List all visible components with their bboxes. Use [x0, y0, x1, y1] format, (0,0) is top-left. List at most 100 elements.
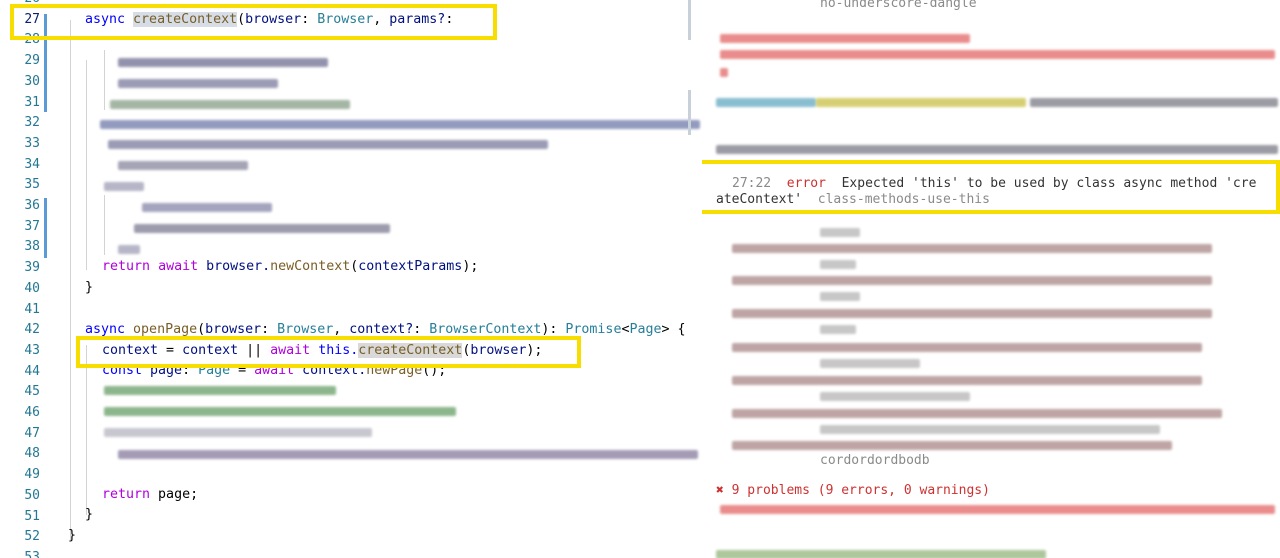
type: BrowserContext [429, 322, 542, 337]
line-number: 44 [24, 363, 40, 379]
indent-guide [104, 195, 105, 255]
blurred-code [118, 58, 328, 67]
line-number-gutter: 2627282930313233343536373839404142434445… [0, 0, 50, 558]
punct: ): [541, 322, 566, 337]
code-line-39: return await browser.newContext(contextP… [102, 259, 478, 274]
scrollbar-marker[interactable] [688, 0, 691, 40]
line-number: 40 [24, 280, 40, 296]
blurred-code [104, 428, 372, 437]
line-number: 35 [24, 177, 40, 193]
indent-guide [86, 60, 87, 270]
line-number: 29 [24, 53, 40, 69]
gutter-change-indicator [44, 198, 47, 258]
blurred-output [732, 276, 1212, 285]
blurred-output [720, 505, 1275, 514]
paren: ( [197, 322, 206, 337]
blurred-output [816, 98, 1026, 107]
type: Promise [565, 322, 622, 337]
line-number: 46 [24, 405, 40, 420]
blurred-output [732, 343, 1202, 352]
line-number: 53 [24, 549, 40, 558]
highlight-box-definition [10, 4, 497, 40]
blurred-output [820, 260, 856, 269]
keyword: return [102, 259, 151, 274]
keyword: async [85, 322, 126, 337]
method-call: newContext [270, 259, 351, 274]
punct: , [333, 322, 350, 337]
scrollbar-marker[interactable] [688, 90, 691, 135]
code-line-51: } [85, 507, 94, 522]
lint-output-panel: no-underscore-dangle 27:22 error Expecte… [702, 0, 1280, 558]
lint-rule: no-underscore-dangle [820, 0, 977, 11]
blurred-code [110, 100, 350, 109]
blurred-code [118, 79, 278, 88]
blurred-code [118, 161, 248, 170]
blurred-output [716, 145, 1278, 154]
line-number: 41 [24, 301, 40, 317]
line-number: 47 [24, 425, 40, 441]
punct: > { [661, 322, 686, 337]
blurred-output [820, 425, 1160, 434]
param: browser [205, 322, 262, 337]
blurred-code [104, 407, 456, 416]
punct: : [413, 322, 430, 337]
problems-summary: ✖ 9 problems (9 errors, 0 warnings) [716, 483, 990, 498]
param: context? [349, 322, 414, 337]
line-number: 39 [24, 260, 40, 276]
indent-guide [70, 20, 71, 540]
line-number: 38 [24, 239, 40, 255]
blurred-code [142, 203, 272, 212]
punct: ); [462, 259, 479, 274]
highlight-box-error [702, 160, 1280, 214]
blurred-output [716, 98, 816, 107]
blurred-code [108, 140, 548, 149]
blurred-output [720, 34, 970, 43]
code-line-50: return page; [102, 487, 198, 502]
blurred-output [820, 292, 860, 301]
blurred-code [100, 120, 700, 129]
method-name: openPage [133, 322, 198, 337]
code-line-52: } [68, 528, 77, 543]
keyword: await [158, 259, 199, 274]
blurred-code [118, 245, 140, 254]
keyword: return [102, 487, 151, 502]
type: Page [629, 322, 662, 337]
blurred-output [1030, 98, 1278, 107]
blurred-output [732, 376, 1202, 385]
line-number: 34 [24, 156, 40, 172]
identifier: page; [150, 487, 199, 502]
code-line-40: } [85, 280, 94, 295]
blurred-output [820, 325, 856, 334]
blurred-output [720, 50, 1275, 59]
blurred-output [732, 441, 1172, 450]
blurred-output [716, 550, 1046, 558]
identifier: contextParams [358, 259, 463, 274]
highlight-box-call [76, 336, 581, 368]
blurred-output [820, 359, 920, 368]
line-number: 36 [24, 198, 40, 213]
code-line-42: async openPage(browser: Browser, context… [85, 322, 686, 337]
line-number: 50 [24, 487, 40, 503]
line-number: 52 [24, 529, 40, 545]
code-editor[interactable]: 2627282930313233343536373839404142434445… [0, 0, 702, 558]
blurred-code [104, 182, 144, 191]
blurred-output [732, 309, 1212, 318]
blurred-output [732, 409, 1222, 418]
blurred-output [820, 392, 970, 401]
blurred-code [134, 224, 390, 233]
blurred-code [118, 450, 698, 459]
line-number: 48 [24, 446, 40, 462]
type: Browser [277, 322, 334, 337]
lint-rule: cordordordbodb [820, 453, 930, 468]
identifier: browser. [206, 259, 271, 274]
line-number: 51 [24, 508, 40, 524]
indent-guide [104, 50, 105, 110]
line-number: 33 [24, 135, 40, 151]
blurred-output [820, 228, 860, 237]
line-number: 42 [24, 322, 40, 338]
blurred-code [104, 386, 336, 395]
blurred-output [732, 244, 1212, 253]
blurred-output [720, 68, 728, 77]
line-number: 37 [24, 218, 40, 234]
line-number: 43 [24, 342, 40, 358]
